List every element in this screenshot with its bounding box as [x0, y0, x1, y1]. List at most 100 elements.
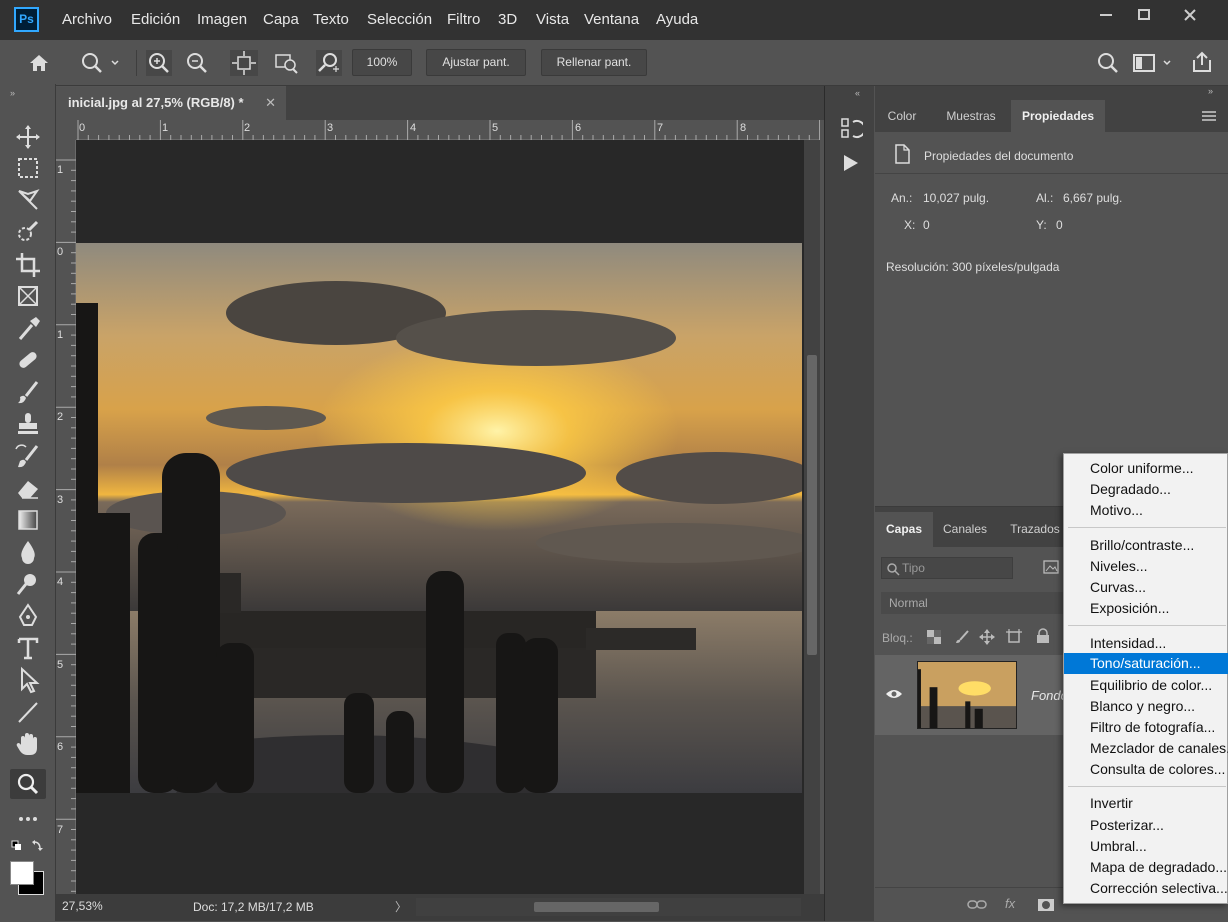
zoom-all-windows-icon[interactable]: [274, 50, 300, 76]
menu-item-color-uniforme[interactable]: Color uniforme...: [1064, 458, 1228, 479]
pen-tool[interactable]: [10, 601, 46, 631]
menu-item-equilibrio-color[interactable]: Equilibrio de color...: [1064, 675, 1228, 696]
menu-ventana[interactable]: Ventana: [584, 11, 639, 28]
tab-trazados[interactable]: Trazados: [1005, 512, 1065, 547]
menu-imagen[interactable]: Imagen: [197, 11, 247, 28]
menu-item-niveles[interactable]: Niveles...: [1064, 556, 1228, 577]
type-tool[interactable]: [10, 633, 46, 663]
collapse-panels-icon[interactable]: «: [855, 88, 860, 98]
menu-item-posterizar[interactable]: Posterizar...: [1064, 815, 1228, 836]
collapse-toolbar-icon[interactable]: »: [10, 88, 15, 98]
frame-tool[interactable]: [10, 281, 46, 311]
document-canvas[interactable]: [76, 140, 804, 894]
menu-item-mapa-degradado[interactable]: Mapa de degradado...: [1064, 857, 1228, 878]
menu-seleccion[interactable]: Selección: [367, 11, 432, 28]
height-value[interactable]: 6,667 pulg.: [1063, 191, 1122, 205]
menu-item-brillo-contraste[interactable]: Brillo/contraste...: [1064, 535, 1228, 556]
scrubby-zoom-icon[interactable]: [316, 50, 342, 76]
swap-default-colors-icon[interactable]: [10, 839, 46, 855]
zoom-in-icon[interactable]: [146, 50, 172, 76]
home-icon[interactable]: [28, 52, 50, 74]
gradient-tool[interactable]: [10, 505, 46, 535]
menu-item-exposicion[interactable]: Exposición...: [1064, 598, 1228, 619]
history-panel-icon[interactable]: [839, 116, 863, 140]
brush-tool[interactable]: [10, 377, 46, 407]
eraser-tool[interactable]: [10, 473, 46, 503]
lock-transparency-icon[interactable]: [927, 630, 941, 644]
fill-screen-button[interactable]: Rellenar pant.: [541, 49, 647, 76]
blur-tool[interactable]: [10, 537, 46, 567]
path-selection-tool[interactable]: [10, 665, 46, 695]
x-value[interactable]: 0: [923, 218, 930, 232]
blend-mode-select[interactable]: Normal: [881, 592, 1066, 614]
menu-item-tono-saturacion[interactable]: Tono/saturación...: [1064, 653, 1228, 674]
menu-filtro[interactable]: Filtro: [447, 11, 480, 28]
resize-windows-icon[interactable]: [230, 50, 258, 76]
canvas-horizontal-scrollbar[interactable]: [416, 898, 801, 916]
move-tool[interactable]: [10, 122, 46, 152]
menu-item-consulta-colores[interactable]: Consulta de colores...: [1064, 759, 1228, 780]
zoom-value-field[interactable]: 100%: [352, 49, 412, 76]
minimize-button[interactable]: [1086, 4, 1126, 26]
menu-item-filtro-fotografia[interactable]: Filtro de fotografía...: [1064, 717, 1228, 738]
width-value[interactable]: 10,027 pulg.: [923, 191, 989, 205]
lock-all-icon[interactable]: [1036, 628, 1050, 644]
healing-brush-tool[interactable]: [10, 345, 46, 375]
menu-texto[interactable]: Texto: [313, 11, 349, 28]
tab-canales[interactable]: Canales: [935, 512, 995, 547]
zoom-level[interactable]: 27,53%: [62, 899, 103, 913]
marquee-tool[interactable]: [10, 153, 46, 183]
document-tab[interactable]: inicial.jpg al 27,5% (RGB/8) * ✕: [56, 86, 286, 120]
share-icon[interactable]: [1190, 50, 1214, 74]
workspace-switcher-icon[interactable]: [1132, 52, 1182, 74]
lasso-tool[interactable]: [10, 185, 46, 215]
search-icon[interactable]: [1097, 52, 1119, 74]
menu-ayuda[interactable]: Ayuda: [656, 11, 698, 28]
y-value[interactable]: 0: [1056, 218, 1063, 232]
lock-position-icon[interactable]: [979, 629, 995, 645]
menu-item-intensidad[interactable]: Intensidad...: [1064, 633, 1228, 654]
zoom-tool[interactable]: [10, 769, 46, 799]
clone-stamp-tool[interactable]: [10, 409, 46, 439]
edit-toolbar-icon[interactable]: [10, 804, 46, 834]
fit-screen-button[interactable]: Ajustar pant.: [426, 49, 526, 76]
menu-item-degradado[interactable]: Degradado...: [1064, 479, 1228, 500]
menu-item-blanco-negro[interactable]: Blanco y negro...: [1064, 696, 1228, 717]
status-menu-arrow-icon[interactable]: 〉: [395, 898, 407, 915]
menu-edicion[interactable]: Edición: [131, 11, 180, 28]
visibility-eye-icon[interactable]: [885, 688, 903, 700]
menu-item-mezclador-canales[interactable]: Mezclador de canales...: [1064, 738, 1228, 759]
actions-play-icon[interactable]: [841, 153, 861, 173]
zoom-out-icon[interactable]: [184, 50, 210, 76]
tab-propiedades[interactable]: Propiedades: [1011, 100, 1105, 132]
eyedropper-tool[interactable]: [10, 313, 46, 343]
quick-selection-tool[interactable]: [10, 217, 46, 247]
crop-tool[interactable]: [10, 249, 46, 279]
history-brush-tool[interactable]: [10, 441, 46, 471]
scrollbar-thumb[interactable]: [534, 902, 659, 912]
fx-icon[interactable]: fx: [1005, 896, 1015, 911]
add-mask-icon[interactable]: [1037, 897, 1055, 913]
close-window-button[interactable]: [1170, 4, 1210, 26]
restore-button[interactable]: [1124, 4, 1164, 26]
dodge-tool[interactable]: [10, 569, 46, 599]
tab-color[interactable]: Color: [875, 100, 929, 132]
menu-capa[interactable]: Capa: [263, 11, 299, 28]
menu-item-invertir[interactable]: Invertir: [1064, 793, 1228, 814]
panel-menu-icon[interactable]: [1201, 110, 1217, 122]
menu-item-correccion-selectiva[interactable]: Corrección selectiva...: [1064, 878, 1228, 899]
hand-tool[interactable]: [10, 729, 46, 759]
link-layers-icon[interactable]: [967, 898, 987, 912]
tab-muestras[interactable]: Muestras: [933, 100, 1009, 132]
zoom-tool-preset-icon[interactable]: [80, 51, 120, 75]
scrollbar-thumb[interactable]: [807, 355, 817, 655]
image-filter-icon[interactable]: [1043, 559, 1059, 575]
close-tab-icon[interactable]: ✕: [265, 87, 276, 119]
menu-item-curvas[interactable]: Curvas...: [1064, 577, 1228, 598]
canvas-vertical-scrollbar[interactable]: [804, 140, 820, 894]
collapse-dock-icon[interactable]: »: [1208, 86, 1213, 96]
lock-artboard-icon[interactable]: [1006, 629, 1022, 645]
layer-search-input[interactable]: Tipo: [881, 557, 1013, 579]
menu-item-motivo[interactable]: Motivo...: [1064, 500, 1228, 521]
menu-vista[interactable]: Vista: [536, 11, 569, 28]
